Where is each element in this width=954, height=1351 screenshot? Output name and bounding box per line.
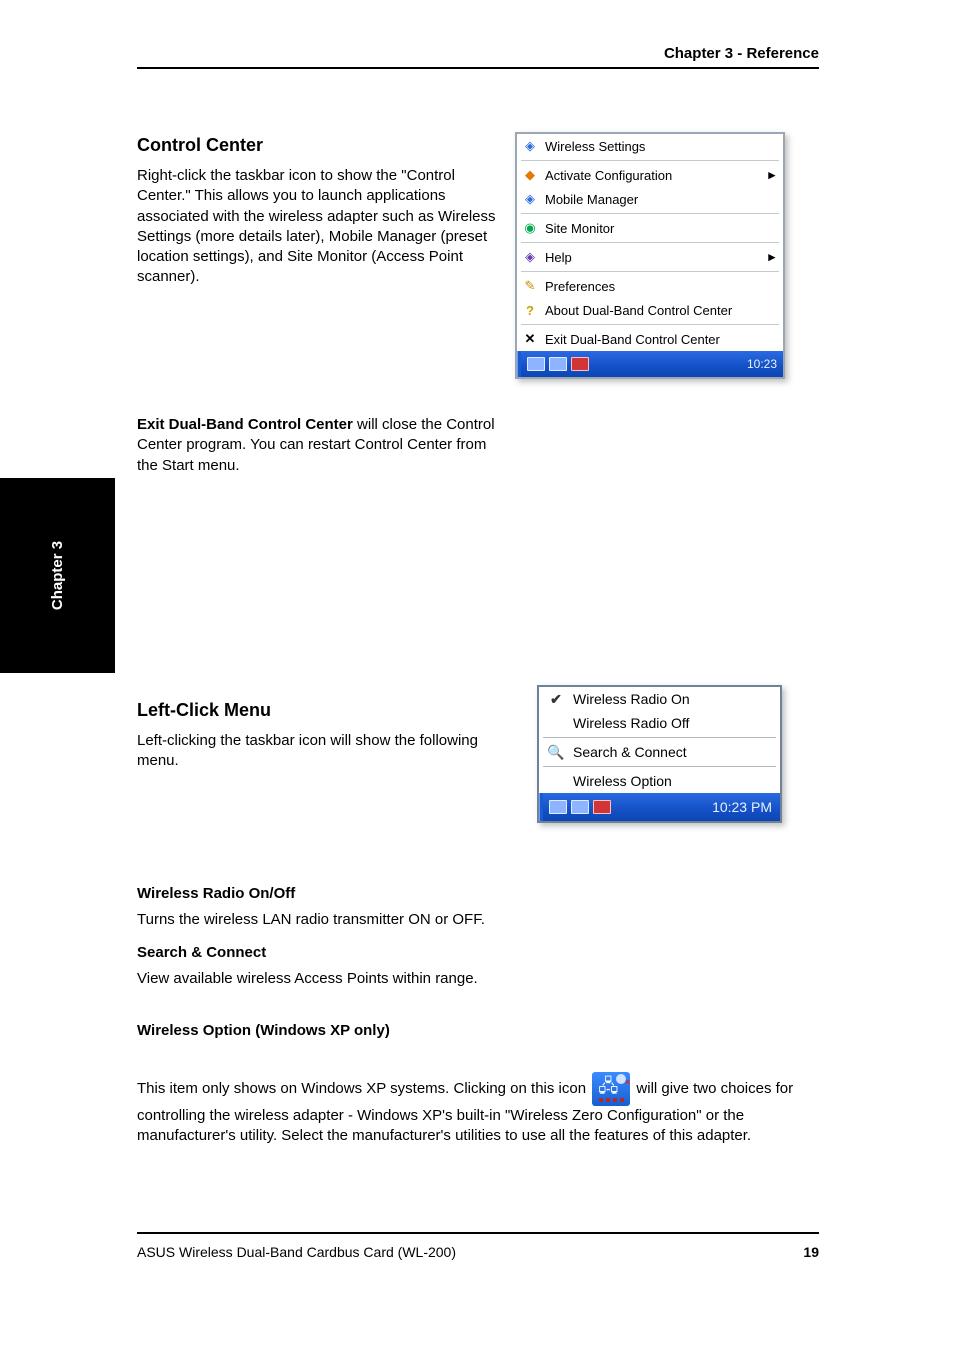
section1-paragraph-2: Exit Dual-Band Control Center will close…	[137, 415, 507, 476]
system-tray[interactable]	[521, 357, 595, 371]
menu-item-wireless-option[interactable]: Wireless Option	[539, 769, 780, 793]
submenu-arrow-icon: ▸	[768, 249, 775, 265]
menu-item-search-connect[interactable]: 🔍 Search & Connect	[539, 740, 780, 764]
menu-item-help[interactable]: ◈ Help ▸	[517, 245, 783, 269]
bold-text: Exit Dual-Band Control Center	[137, 416, 353, 433]
tray-icon[interactable]	[527, 357, 545, 371]
wireless-icon: ◈	[521, 137, 539, 155]
taskbar-clock: 10:23	[747, 357, 783, 371]
menu-item-exit[interactable]: ✕ Exit Dual-Band Control Center	[517, 327, 783, 351]
taskbar: 10:23	[517, 351, 783, 377]
menu-item-activate-configuration[interactable]: ◆ Activate Configuration ▸	[517, 163, 783, 187]
signal-dots-icon	[596, 1098, 626, 1102]
check-icon: ✔	[545, 690, 567, 708]
tray-icon[interactable]	[571, 800, 589, 814]
wireless-tray-icon: 🖧 ×	[592, 1072, 630, 1106]
section3-paragraph-3: This item only shows on Windows XP syste…	[137, 1072, 819, 1147]
menu-item-wireless-settings[interactable]: ◈ Wireless Settings	[517, 134, 783, 158]
footer-product-name: ASUS Wireless Dual-Band Cardbus Card (WL…	[137, 1244, 456, 1260]
menu-separator	[521, 324, 779, 325]
menu-separator	[521, 213, 779, 214]
menu-item-radio-off[interactable]: Wireless Radio Off	[539, 711, 780, 735]
menu-item-label: About Dual-Band Control Center	[545, 303, 777, 318]
subheading-radio-onoff: Wireless Radio On/Off	[137, 885, 819, 902]
footer-rule	[137, 1232, 819, 1234]
chapter-header: Chapter 3 - Reference	[137, 45, 819, 69]
menu-item-label: Preferences	[545, 279, 777, 294]
diamond-icon: ◆	[521, 166, 539, 184]
chapter-side-tab: Chapter 3	[0, 478, 115, 673]
menu-item-site-monitor[interactable]: ◉ Site Monitor	[517, 216, 783, 240]
wireless-icon: ◈	[521, 190, 539, 208]
left-click-context-menu: ✔ Wireless Radio On Wireless Radio Off 🔍…	[537, 685, 782, 823]
menu-separator	[543, 737, 776, 738]
control-center-context-menu: ◈ Wireless Settings ◆ Activate Configura…	[515, 132, 785, 379]
section-heading-control-center: Control Center	[137, 135, 507, 156]
menu-item-label: Search & Connect	[573, 744, 687, 760]
menu-item-label: Help	[545, 250, 777, 265]
section-heading-left-click-menu: Left-Click Menu	[137, 700, 507, 721]
submenu-arrow-icon: ▸	[768, 167, 775, 183]
globe-icon: ◉	[521, 219, 539, 237]
menu-item-label: Wireless Option	[573, 773, 672, 789]
system-tray[interactable]	[543, 800, 617, 814]
menu-separator	[543, 766, 776, 767]
section1-paragraph: Right-click the taskbar icon to show the…	[137, 166, 507, 288]
menu-item-label: Mobile Manager	[545, 192, 777, 207]
chapter-title: Chapter 3 - Reference	[137, 45, 819, 62]
tray-icon[interactable]	[549, 800, 567, 814]
menu-item-mobile-manager[interactable]: ◈ Mobile Manager	[517, 187, 783, 211]
page-number: 19	[803, 1244, 819, 1260]
menu-item-label: Exit Dual-Band Control Center	[545, 332, 777, 347]
book-icon: ◈	[521, 248, 539, 266]
help-icon: ?	[521, 301, 539, 319]
tray-icon[interactable]	[571, 357, 589, 371]
menu-item-label: Site Monitor	[545, 221, 777, 236]
chapter-side-tab-label: Chapter 3	[49, 541, 66, 610]
menu-item-preferences[interactable]: ✎ Preferences	[517, 274, 783, 298]
tray-icon[interactable]	[593, 800, 611, 814]
subheading-wireless-option: Wireless Option (Windows XP only)	[137, 1022, 819, 1039]
taskbar: 10:23 PM	[539, 793, 780, 821]
menu-item-label: Wireless Radio On	[573, 691, 690, 707]
close-icon: ✕	[521, 330, 539, 348]
subheading-search-connect: Search & Connect	[137, 944, 819, 961]
page-footer: ASUS Wireless Dual-Band Cardbus Card (WL…	[137, 1244, 819, 1260]
section3-paragraph-2: View available wireless Access Points wi…	[137, 969, 819, 989]
menu-item-label: Wireless Radio Off	[573, 715, 689, 731]
section2-paragraph: Left-clicking the taskbar icon will show…	[137, 731, 507, 772]
menu-separator	[521, 242, 779, 243]
menu-item-radio-on[interactable]: ✔ Wireless Radio On	[539, 687, 780, 711]
menu-item-about[interactable]: ? About Dual-Band Control Center	[517, 298, 783, 322]
taskbar-clock: 10:23 PM	[712, 799, 780, 815]
body-text-before-icon: This item only shows on Windows XP syste…	[137, 1080, 590, 1097]
menu-separator	[521, 160, 779, 161]
blank-icon	[545, 772, 567, 790]
menu-separator	[521, 271, 779, 272]
menu-item-label: Wireless Settings	[545, 139, 777, 154]
section3-paragraph-1: Turns the wireless LAN radio transmitter…	[137, 910, 819, 930]
blank-icon	[545, 714, 567, 732]
badge-icon: ×	[616, 1074, 626, 1084]
tray-icon[interactable]	[549, 357, 567, 371]
magnifier-icon: 🔍	[545, 743, 567, 761]
menu-item-label: Activate Configuration	[545, 168, 777, 183]
x-badge-icon: ×	[625, 1076, 630, 1088]
pencil-icon: ✎	[521, 277, 539, 295]
